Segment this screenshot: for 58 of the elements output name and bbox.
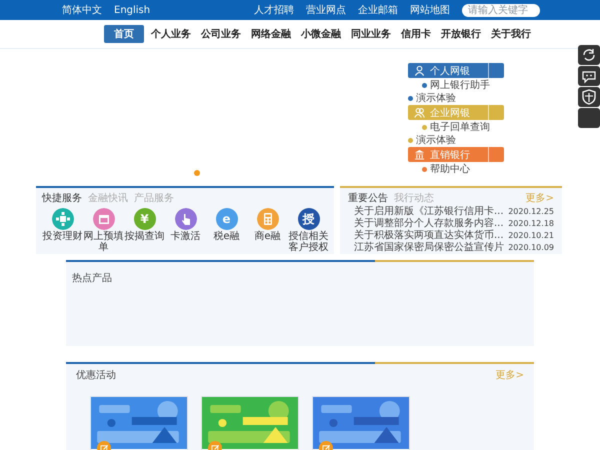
carousel-dot[interactable] xyxy=(194,170,200,176)
service-label[interactable]: 卡激活 xyxy=(165,231,206,242)
nav-tab[interactable]: 信用卡 xyxy=(398,25,434,43)
service-label[interactable]: 商e融 xyxy=(247,231,288,242)
language-link[interactable]: 简体中文 xyxy=(62,3,102,17)
login-button[interactable]: 个人网银 xyxy=(408,63,504,78)
login-link[interactable]: 帮助中心 xyxy=(430,162,470,176)
login-link[interactable]: 电子回单查询 xyxy=(430,120,490,134)
login-link[interactable]: 网上银行助手 xyxy=(430,78,490,92)
shield-icon[interactable] xyxy=(578,87,600,107)
notice-date: 2020.10.21 xyxy=(508,230,554,240)
notice-date: 2020.10.09 xyxy=(508,242,554,252)
chat-icon[interactable] xyxy=(578,66,600,86)
nav-tab[interactable]: 同业业务 xyxy=(348,25,394,43)
notice-link[interactable]: 关于积极落实两项直达实体货币... xyxy=(354,228,504,242)
service-label[interactable]: 投资理财 xyxy=(42,231,83,242)
refresh-icon[interactable] xyxy=(578,45,600,65)
top-link[interactable]: 网站地图 xyxy=(410,3,450,17)
language-link[interactable]: English xyxy=(114,4,150,16)
service-label[interactable]: 税e融 xyxy=(206,231,247,242)
hand-icon[interactable] xyxy=(174,208,196,230)
calendar-icon[interactable] xyxy=(92,208,114,230)
service-label[interactable]: 网上预填单 xyxy=(83,231,124,253)
notice-date: 2020.12.18 xyxy=(508,218,554,228)
service-label[interactable]: 按揭查询 xyxy=(124,231,165,242)
nav-tab[interactable]: 网络金融 xyxy=(248,25,294,43)
bullet-dot xyxy=(408,96,413,100)
nav-tab[interactable]: 个人业务 xyxy=(148,25,194,43)
login-link[interactable]: 演示体验 xyxy=(416,91,456,105)
bullet-dot xyxy=(422,166,427,172)
search-field[interactable]: 请输入关键字 xyxy=(462,4,540,16)
nav-tab[interactable]: 关于我行 xyxy=(488,25,534,43)
service-label[interactable]: 授信相关客户授权 xyxy=(288,231,329,253)
panel-tab[interactable]: 快捷服务 xyxy=(42,191,82,205)
nav-tab[interactable]: 开放银行 xyxy=(438,25,484,43)
bank-icon xyxy=(414,149,425,160)
bullet-dot xyxy=(408,138,413,142)
nav-tab[interactable]: 首页 xyxy=(104,25,144,43)
panel-tab[interactable]: 重要公告 xyxy=(348,191,388,205)
top-link[interactable]: 人才招聘 xyxy=(254,3,294,17)
service-icon[interactable]: 授 xyxy=(298,208,320,230)
notice-link[interactable]: 关于调整部分个人存款服务内容... xyxy=(354,216,504,230)
nav-tab[interactable]: 公司业务 xyxy=(198,25,244,43)
section-title: 热点产品 xyxy=(72,273,112,284)
notice-link[interactable]: 江苏省国家保密局保密公益宣传片 xyxy=(354,240,504,254)
section-title: 优惠活动 xyxy=(76,368,116,382)
login-link[interactable]: 演示体验 xyxy=(416,133,456,147)
person-icon xyxy=(414,65,425,76)
nav-tab[interactable]: 小微金融 xyxy=(298,25,344,43)
top-link[interactable]: 企业邮箱 xyxy=(358,3,398,17)
bullet-dot xyxy=(422,82,427,88)
notice-link[interactable]: 关于启用新版《江苏银行信用卡... xyxy=(354,204,504,218)
calculator-icon[interactable] xyxy=(256,208,278,230)
people-icon xyxy=(414,107,425,118)
top-link[interactable]: 营业网点 xyxy=(306,3,346,17)
grid-icon[interactable] xyxy=(52,208,74,230)
notice-date: 2020.12.25 xyxy=(508,206,554,216)
bullet-dot xyxy=(422,124,427,130)
